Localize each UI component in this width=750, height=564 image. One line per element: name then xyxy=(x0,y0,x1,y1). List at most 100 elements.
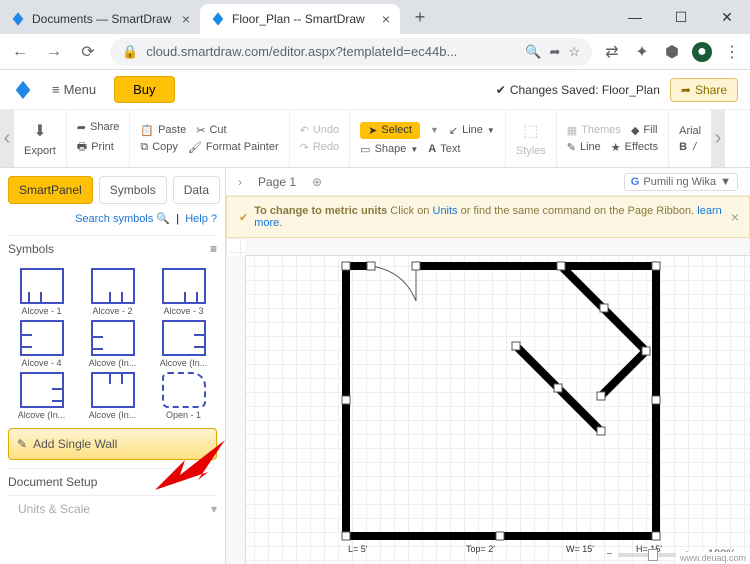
back-button[interactable]: ← xyxy=(8,40,32,64)
italic-button[interactable]: / xyxy=(693,141,696,153)
copy-item[interactable]: ⧉Copy xyxy=(140,141,178,154)
close-banner-icon[interactable]: × xyxy=(731,209,739,225)
share-button[interactable]: ➦Share xyxy=(670,78,738,102)
copy-icon: ⧉ xyxy=(140,141,148,154)
format-painter-item[interactable]: 🖌Format Painter xyxy=(188,141,279,154)
canvas-area: › Page 1 ⊕ GPumili ng Wika▼ ✔ To change … xyxy=(226,168,750,564)
share-icon: ➦ xyxy=(77,121,86,134)
window-controls: — ☐ ✕ xyxy=(612,0,750,34)
symbol-item[interactable]: Open - 1 xyxy=(150,372,217,420)
symbol-item[interactable]: Alcove - 2 xyxy=(79,268,146,316)
shape-icon: ▭ xyxy=(360,143,370,156)
browser-tab-active[interactable]: Floor_Plan -- SmartDraw × xyxy=(200,4,400,34)
chevron-down-icon[interactable]: ▼ xyxy=(430,125,439,135)
tab-data[interactable]: Data xyxy=(173,176,220,204)
svg-text:Top= 2': Top= 2' xyxy=(466,544,495,554)
symbol-item[interactable]: Alcove - 4 xyxy=(8,320,75,368)
reload-button[interactable]: ⟳ xyxy=(76,40,100,64)
page-tabs: › Page 1 ⊕ GPumili ng Wika▼ xyxy=(226,168,750,196)
smartdraw-icon xyxy=(10,11,26,27)
ribbon-scroll-left[interactable]: ‹ xyxy=(0,110,14,167)
download-icon[interactable]: ⬇ xyxy=(33,121,46,141)
new-tab-button[interactable]: + xyxy=(406,3,434,31)
symbols-section-header[interactable]: Symbols ≡ xyxy=(8,235,217,262)
browser-tab-inactive[interactable]: Documents — SmartDraw × xyxy=(0,4,200,34)
close-icon[interactable]: × xyxy=(382,11,390,27)
fill-item[interactable]: ◆Fill xyxy=(631,124,658,137)
close-icon[interactable]: × xyxy=(182,11,190,27)
minimize-button[interactable]: — xyxy=(612,0,658,34)
tab-symbols[interactable]: Symbols xyxy=(99,176,167,204)
maximize-button[interactable]: ☐ xyxy=(658,0,704,34)
symbol-item[interactable]: Alcove (In... xyxy=(8,372,75,420)
alcove-icon xyxy=(162,268,206,304)
collapse-panel-icon[interactable]: › xyxy=(238,175,242,189)
select-tool[interactable]: ➤Select xyxy=(360,122,420,139)
menu-icon[interactable]: ⋮ xyxy=(722,42,742,62)
shape-tool[interactable]: ▭Shape ▼ xyxy=(360,143,418,156)
symbol-item[interactable]: Alcove - 1 xyxy=(8,268,75,316)
zoom-out-icon[interactable]: − xyxy=(606,549,612,560)
page-tab[interactable]: Page 1 xyxy=(258,175,296,189)
svg-text:W= 15': W= 15' xyxy=(566,544,594,554)
language-selector[interactable]: GPumili ng Wika▼ xyxy=(624,173,738,191)
symbol-item[interactable]: Alcove (In... xyxy=(150,320,217,368)
drawing-canvas[interactable]: L= 5' Top= 2' W= 15' H= 15' − + 100% www… xyxy=(226,238,750,564)
print-item[interactable]: 🖶Print xyxy=(77,138,120,157)
search-icon[interactable]: 🔍 xyxy=(525,44,541,60)
ribbon-scroll-right[interactable]: › xyxy=(711,110,725,167)
address-bar[interactable]: 🔒 cloud.smartdraw.com/editor.aspx?templa… xyxy=(110,38,592,66)
add-page-icon[interactable]: ⊕ xyxy=(312,175,322,189)
share-url-icon[interactable]: ➦ xyxy=(549,44,560,60)
symbol-grid: Alcove - 1 Alcove - 2 Alcove - 3 Alcove … xyxy=(8,268,217,420)
symbol-item[interactable]: Alcove (In... xyxy=(79,320,146,368)
lock-icon: 🔒 xyxy=(122,44,138,60)
symbol-item[interactable]: Alcove (In... xyxy=(79,372,146,420)
extension-icon[interactable]: ⇄ xyxy=(602,42,622,62)
close-button[interactable]: ✕ xyxy=(704,0,750,34)
units-link[interactable]: Units xyxy=(433,205,458,217)
cut-item[interactable]: ✂Cut xyxy=(196,124,226,137)
puzzle-icon[interactable]: ✦ xyxy=(632,42,652,62)
vertical-ruler xyxy=(226,256,246,564)
browser-toolbar: ← → ⟳ 🔒 cloud.smartdraw.com/editor.aspx?… xyxy=(0,34,750,70)
redo-item[interactable]: ↷Redo xyxy=(300,141,340,154)
tab-smartpanel[interactable]: SmartPanel xyxy=(8,176,93,204)
share-item[interactable]: ➦Share xyxy=(77,121,120,134)
chevron-down-icon: ▼ xyxy=(410,145,418,154)
text-tool[interactable]: AText xyxy=(428,143,460,156)
search-symbols-link[interactable]: Search symbols 🔍 xyxy=(75,213,170,225)
tab-title: Floor_Plan -- SmartDraw xyxy=(232,12,376,26)
styles-icon[interactable]: ⬚ xyxy=(523,121,538,141)
star-icon[interactable]: ☆ xyxy=(568,44,580,60)
alcove-icon xyxy=(162,320,206,356)
extension-icon[interactable]: ⬢ xyxy=(662,42,682,62)
paste-item[interactable]: 📋Paste xyxy=(140,124,186,137)
profile-avatar[interactable]: ● xyxy=(692,42,712,62)
star-icon: ★ xyxy=(611,141,621,154)
font-select[interactable]: Arial xyxy=(679,125,701,137)
line-tool[interactable]: ↙Line ▼ xyxy=(449,124,495,137)
help-link[interactable]: Help ? xyxy=(185,213,217,225)
floor-plan-drawing[interactable]: L= 5' Top= 2' W= 15' H= 15' xyxy=(336,256,676,556)
effects-item[interactable]: ★Effects xyxy=(611,141,658,154)
cut-icon: ✂ xyxy=(196,124,205,137)
forward-button[interactable]: → xyxy=(42,40,66,64)
themes-icon: ▦ xyxy=(567,124,577,137)
bold-button[interactable]: B xyxy=(679,141,687,153)
menu-button[interactable]: ≡Menu xyxy=(44,78,104,101)
svg-text:L= 5': L= 5' xyxy=(348,544,368,554)
hamburger-icon[interactable]: ≡ xyxy=(210,242,217,256)
undo-item[interactable]: ↶Undo xyxy=(300,124,340,137)
buy-button[interactable]: Buy xyxy=(114,76,174,103)
line-style-item[interactable]: ✎Line xyxy=(567,141,601,154)
export-button[interactable]: Export xyxy=(24,145,56,157)
alcove-icon xyxy=(91,268,135,304)
alcove-icon xyxy=(20,372,64,408)
left-panel-tabs: SmartPanel Symbols Data ✕ xyxy=(8,176,217,204)
zoom-slider[interactable] xyxy=(618,553,678,557)
themes-item[interactable]: ▦Themes xyxy=(567,124,621,137)
zoom-thumb[interactable] xyxy=(648,549,658,561)
symbol-item[interactable]: Alcove - 3 xyxy=(150,268,217,316)
open-icon xyxy=(162,372,206,408)
